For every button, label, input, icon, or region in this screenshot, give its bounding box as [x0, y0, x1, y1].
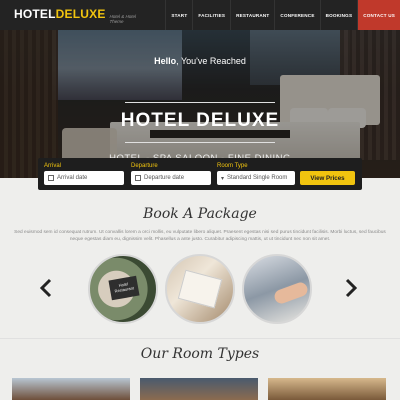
arrival-label: Arrival — [44, 163, 62, 169]
package-hand — [272, 280, 310, 306]
room-image-1[interactable] — [12, 378, 130, 400]
package-image-laptop[interactable] — [242, 254, 312, 324]
restaurant-sign: Hotel Restaurant — [108, 275, 140, 301]
booking-bar: Arrival Arrival date Departure Departure… — [38, 158, 362, 190]
departure-date-placeholder: Departure date — [144, 175, 185, 181]
view-prices-button[interactable]: View Prices — [300, 171, 355, 185]
nav-item-restaurant[interactable]: RESTAURANT — [230, 0, 274, 30]
hero-divider-top — [125, 102, 275, 103]
logo-text-hotel: HOTEL — [14, 6, 56, 21]
carousel-next-arrow-icon[interactable] — [345, 278, 358, 298]
logo-text-deluxe: DELUXE — [55, 6, 106, 21]
room-type-select[interactable]: ▾ Standard Single Room — [217, 171, 295, 185]
logo[interactable]: HOTEL DELUXE Hotel & Hotel Theme — [0, 7, 150, 24]
logo-tagline: Hotel & Hotel Theme — [109, 13, 137, 24]
room-image-2[interactable] — [140, 378, 258, 400]
room-type-value: Standard Single Room — [227, 175, 288, 181]
calendar-icon — [135, 175, 141, 181]
section-divider — [0, 338, 400, 339]
departure-date-input[interactable]: Departure date — [131, 171, 211, 185]
hero-greeting-rest: , You've Reached — [176, 56, 246, 66]
carousel-prev-arrow-icon[interactable] — [39, 278, 52, 298]
arrival-date-input[interactable]: Arrival date — [44, 171, 124, 185]
packages-description: Sed euismod sem id consequat rutrum. Ut … — [14, 230, 386, 242]
departure-label: Departure — [131, 163, 158, 169]
package-image-documents[interactable] — [165, 254, 235, 324]
nav-item-facilities[interactable]: FACILITIES — [192, 0, 230, 30]
hero-title: HOTEL DELUXE — [120, 110, 280, 131]
nav-item-bookings[interactable]: BOOKINGS — [319, 0, 358, 30]
main-nav: START FACILITIES RESTAURANT CONFERENCE B… — [165, 0, 400, 30]
nav-item-start[interactable]: START — [165, 0, 192, 30]
calendar-icon — [48, 175, 54, 181]
package-image-restaurant[interactable]: Hotel Restaurant — [88, 254, 158, 324]
room-type-label: Room Type — [217, 163, 248, 169]
hero-greeting-bold: Hello — [154, 56, 177, 66]
hero-greeting: Hello, You've Reached — [0, 56, 400, 66]
arrival-date-placeholder: Arrival date — [57, 175, 88, 181]
hero-divider-bottom — [125, 142, 275, 143]
nav-item-conference[interactable]: CONFERENCE — [274, 0, 319, 30]
chevron-down-icon: ▾ — [221, 175, 225, 182]
top-navigation-bar: HOTEL DELUXE Hotel & Hotel Theme START F… — [0, 0, 400, 30]
room-types-heading: Our Room Types — [140, 346, 260, 362]
hero-banner: Hello, You've Reached HOTEL DELUXE HOTEL… — [0, 30, 400, 178]
nav-item-contact-us[interactable]: CONTACT US — [357, 0, 400, 30]
room-image-3[interactable] — [268, 378, 386, 400]
package-paper — [177, 269, 223, 309]
packages-heading: Book A Package — [143, 206, 257, 222]
